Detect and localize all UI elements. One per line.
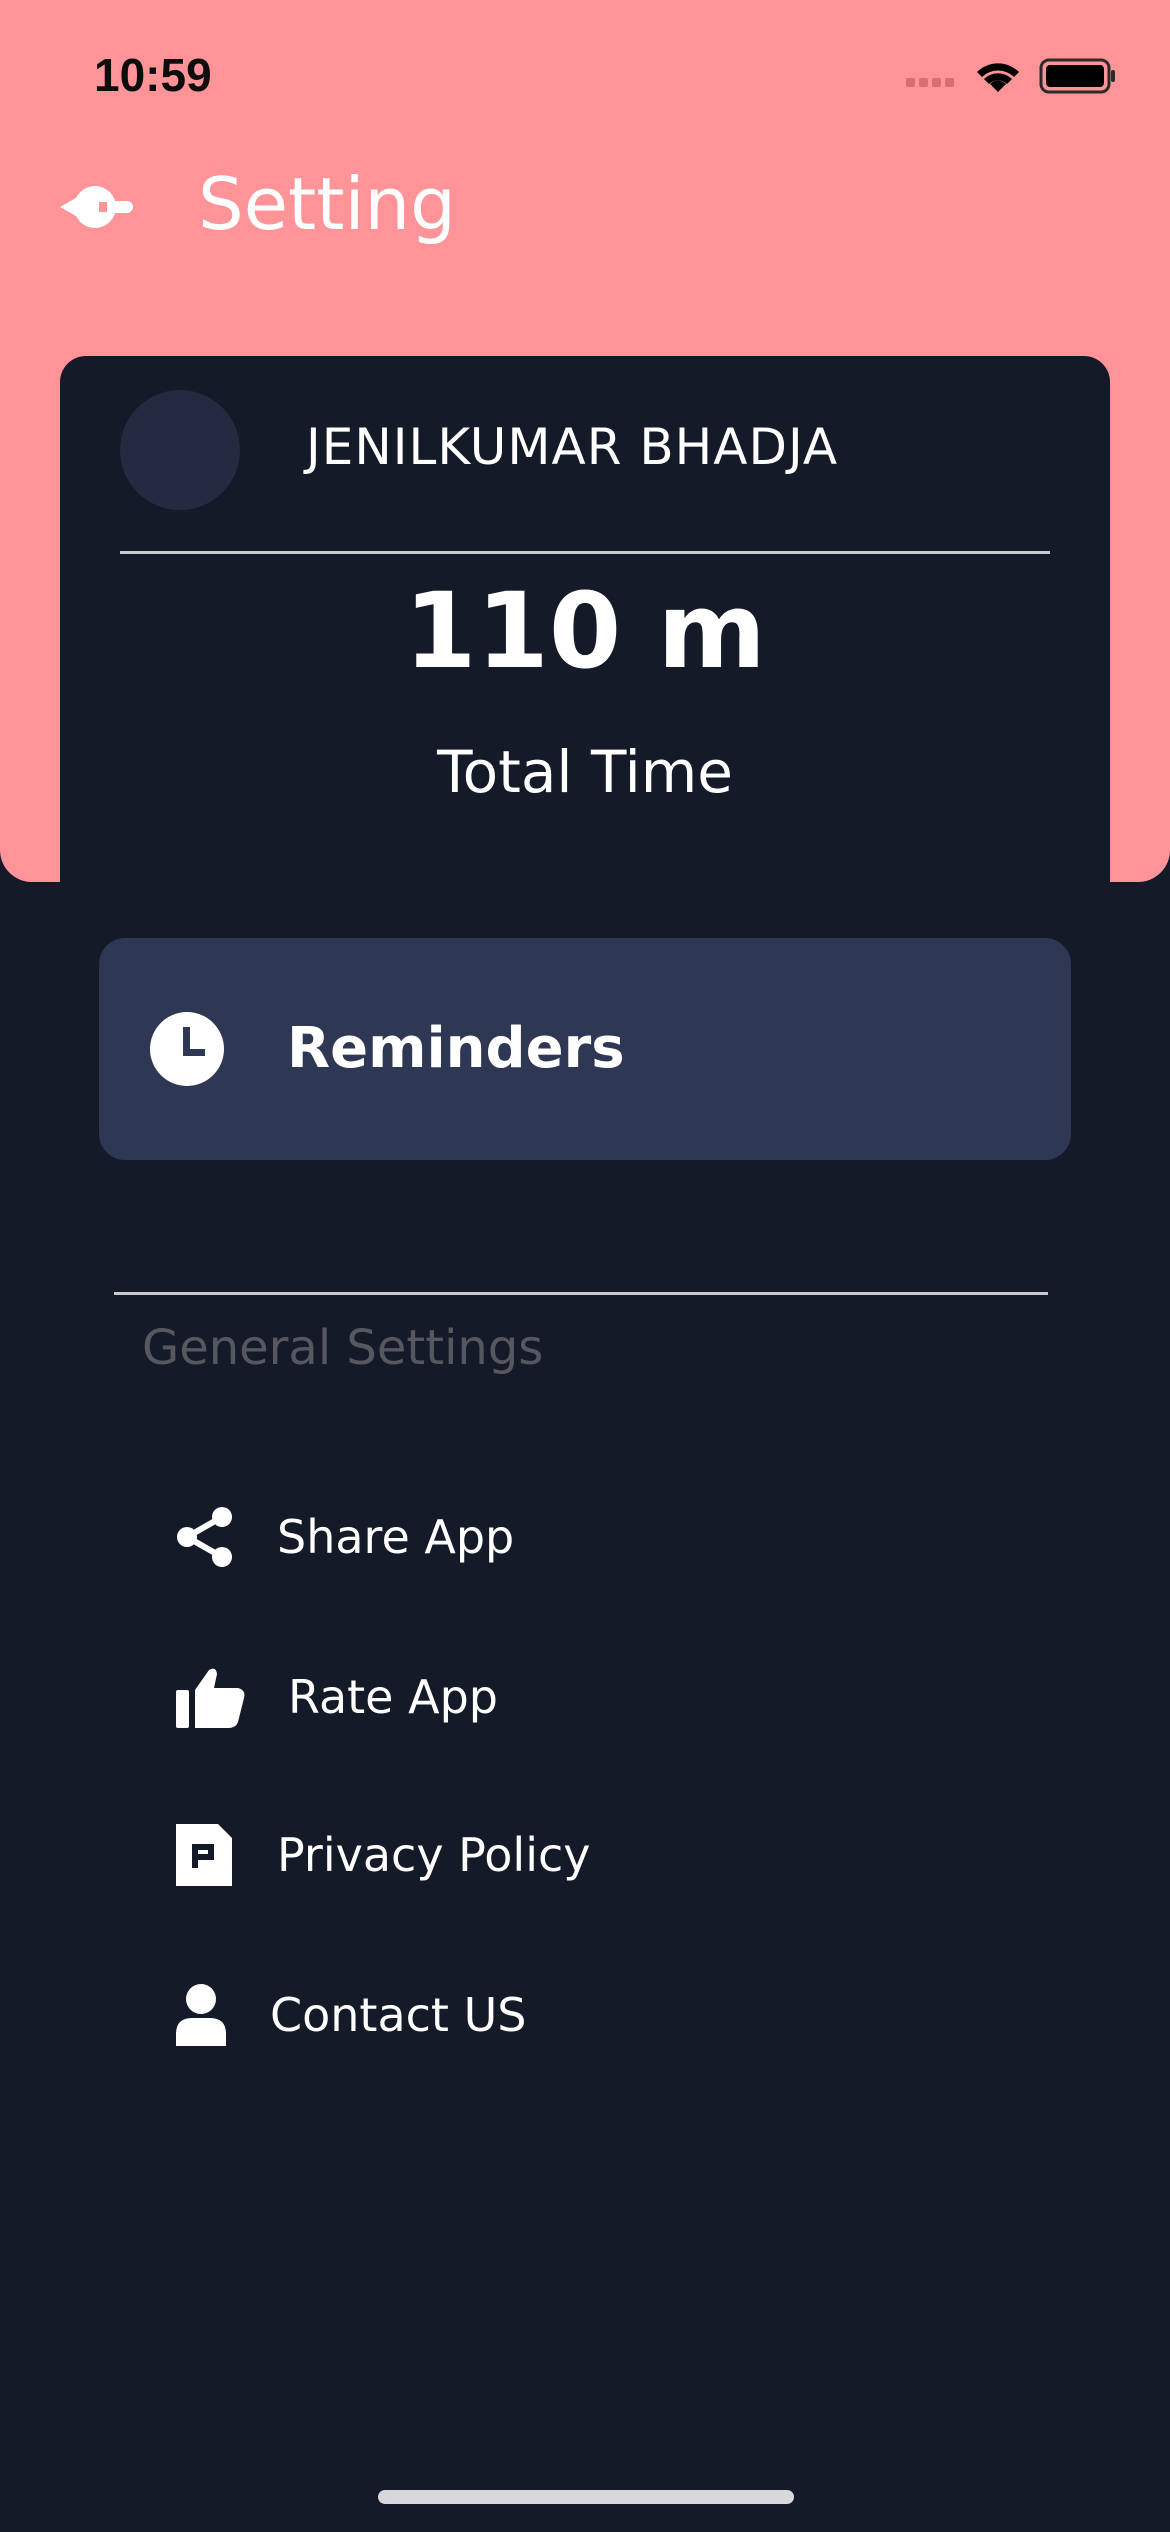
cellular-signal-icon [906, 78, 954, 87]
share-icon [177, 1507, 232, 1567]
rate-app-item[interactable]: Rate App [170, 1652, 970, 1742]
share-app-item[interactable]: Share App [170, 1492, 970, 1582]
clock-icon [150, 1012, 224, 1086]
status-time: 10:59 [94, 49, 212, 101]
back-button[interactable] [55, 172, 135, 242]
privacy-policy-label: Privacy Policy [277, 1828, 591, 1882]
section-divider [114, 1292, 1048, 1295]
person-icon [176, 1984, 226, 2046]
privacy-policy-item[interactable]: Privacy Policy [170, 1810, 970, 1900]
share-app-label: Share App [277, 1510, 515, 1564]
battery-icon [1039, 58, 1115, 94]
reminders-button[interactable]: Reminders [99, 938, 1071, 1160]
divider [120, 551, 1050, 554]
rate-app-label: Rate App [288, 1670, 498, 1724]
total-time-label: Total Time [437, 738, 733, 806]
general-settings-title: General Settings [142, 1320, 544, 1376]
wifi-icon [977, 63, 1019, 92]
total-time-value: 110 m [404, 570, 766, 692]
thumbs-up-icon [176, 1668, 245, 1728]
page-title: Setting [198, 162, 456, 246]
status-icons [906, 58, 1115, 94]
document-icon [176, 1824, 232, 1886]
contact-us-label: Contact US [270, 1988, 527, 2042]
user-name: JENILKUMAR BHADJA [306, 418, 839, 476]
contact-us-item[interactable]: Contact US [170, 1970, 970, 2060]
home-indicator[interactable] [378, 2490, 794, 2504]
avatar[interactable] [120, 390, 240, 510]
reminders-label: Reminders [287, 1016, 625, 1081]
